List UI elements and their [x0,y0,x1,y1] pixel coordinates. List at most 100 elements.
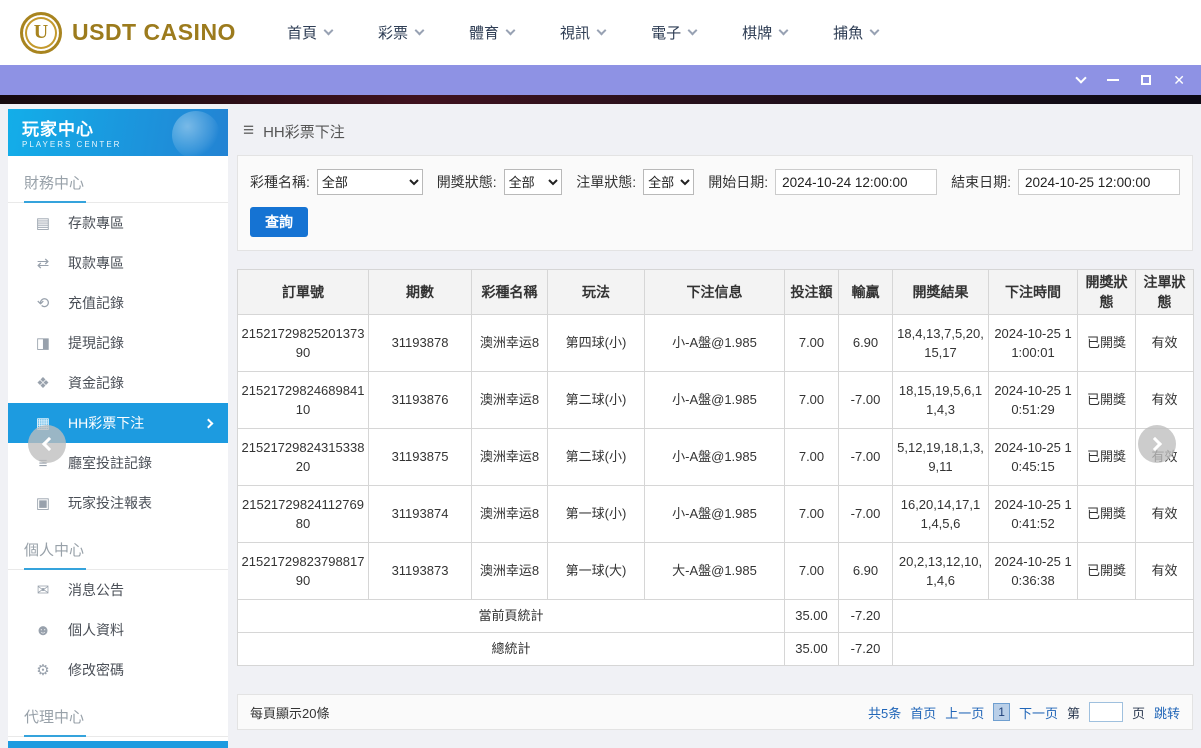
summary-empty-cell [892,599,1194,633]
summary-label: 總統計 [237,632,785,666]
table-cell: 5,12,19,18,1,3,9,11 [892,428,989,486]
table-cell: 第一球(小) [547,485,645,543]
col-header: 開獎狀態 [1077,269,1136,315]
sidebar-item[interactable]: ⇄ 取款專區 [8,243,228,283]
deposit-icon: ▤ [35,215,51,232]
nav-item-slots[interactable]: 電子 [651,22,698,43]
sidebar-item[interactable]: ▤ 存款專區 [8,203,228,243]
nav-label: 電子 [651,25,682,42]
table-cell: 第四球(小) [547,314,645,372]
col-header: 輸贏 [838,269,893,315]
sidebar-item[interactable]: ▣ 玩家投注報表 [8,483,228,523]
table-cell: 31193873 [368,542,472,600]
summary-bet-total: 35.00 [784,599,839,633]
table-cell: -7.00 [838,371,893,429]
table-cell: 7.00 [784,371,839,429]
table-cell: 大-A盤@1.985 [644,542,785,600]
table-row: 2152172982411276980 31193874 澳洲幸运8 第一球(小) 小-… [237,485,1194,543]
table-row: 2152172982431533820 31193875 澳洲幸运8 第二球(小) 小-… [237,428,1194,486]
first-page-link[interactable]: 首页 [910,703,936,722]
nav-item-fishing[interactable]: 捕魚 [833,22,880,43]
table-cell: 2152172982468984110 [237,371,369,429]
minimize-icon[interactable] [1107,79,1120,81]
maximize-icon[interactable] [1141,75,1152,85]
nav-item-lottery[interactable]: 彩票 [378,22,425,43]
next-arrow-button[interactable] [1138,425,1176,463]
table-cell: 澳洲幸运8 [471,428,548,486]
sidebar-item-label: HH彩票下注 [68,415,145,431]
sidebar-item-label: 存款專區 [68,215,124,231]
table-cell: 18,4,13,7,5,20,15,17 [892,314,989,372]
table-cell: -7.00 [838,428,893,486]
page-prefix-label: 第 [1066,705,1080,721]
table-cell: 2024-10-25 10:41:52 [988,485,1078,543]
table-cell: 2152172982379881790 [237,542,369,600]
table-cell: 小-A盤@1.985 [644,314,785,372]
bet-status-select[interactable]: 全部 [643,169,695,195]
table-cell: 有效 [1135,542,1194,600]
sidebar-item[interactable]: ❖ 資金記錄 [8,363,228,403]
draw-status-select[interactable]: 全部 [503,169,563,195]
chevron-down-icon [778,25,789,36]
current-page-badge[interactable]: 1 [993,703,1010,721]
profile-icon: ☻ [35,621,51,639]
col-header: 投注額 [784,269,839,315]
sidebar-item[interactable]: ⟲ 充值記錄 [8,283,228,323]
sidebar-section-title: 代理中心 [8,690,228,737]
table-cell: 第二球(小) [547,428,645,486]
recharge-record-icon: ⟲ [36,295,50,312]
close-icon[interactable] [1173,73,1185,87]
table-cell: 6.90 [838,314,893,372]
table-cell: 小-A盤@1.985 [644,485,785,543]
nav-item-live[interactable]: 視訊 [560,22,607,43]
pager: 共5条 首页 上一页 1 下一页 第 页 跳转 [868,702,1180,722]
sidebar-item[interactable]: ⚙ 修改密碼 [8,650,228,690]
lottery-type-select[interactable]: 全部 [316,169,423,195]
sidebar-item[interactable]: ✉ 消息公告 [8,570,228,610]
sidebar-item-label: 資金記錄 [68,375,124,391]
nav-item-sports[interactable]: 體育 [469,22,516,43]
table-cell: 2152172982520137390 [237,314,369,372]
table-cell: 2024-10-25 11:00:01 [988,314,1078,372]
chevron-left-icon [41,436,57,452]
announcement-icon: ✉ [36,582,50,599]
start-date-input[interactable] [775,169,938,195]
prev-page-link[interactable]: 上一页 [945,703,984,722]
search-button[interactable]: 查詢 [250,207,308,237]
next-page-link[interactable]: 下一页 [1019,703,1058,722]
jump-link[interactable]: 跳转 [1154,703,1180,722]
sidebar-item[interactable]: ◨ 提現記錄 [8,323,228,363]
sidebar-item-label: 玩家投注報表 [68,495,152,511]
logo[interactable]: U USDT CASINO [20,11,245,54]
table-cell: 已開獎 [1077,428,1136,486]
nav-item-home[interactable]: 首頁 [287,22,334,43]
sidebar-item-label: 個人資料 [68,622,124,638]
page-title: HH彩票下注 [263,123,345,141]
nav-label: 首頁 [287,25,318,42]
table-cell: 31193874 [368,485,472,543]
sidebar-section-title: 個人中心 [8,523,228,570]
table-cell: 已開獎 [1077,542,1136,600]
end-date-input[interactable] [1018,169,1180,195]
col-header: 注單狀態 [1135,269,1194,315]
collapse-icon[interactable] [1075,72,1087,84]
table-cell: 31193875 [368,428,472,486]
prev-arrow-button[interactable] [28,425,66,463]
banner-strip [0,95,1201,104]
summary-empty-cell [892,632,1194,666]
table-cell: 18,15,19,5,6,11,4,3 [892,371,989,429]
page-number-input[interactable] [1088,702,1123,722]
table-cell: 16,20,14,17,11,4,5,6 [892,485,989,543]
nav-item-cards[interactable]: 棋牌 [742,22,789,43]
table-cell: 有效 [1135,314,1194,372]
password-icon: ⚙ [36,662,50,679]
logo-text: USDT CASINO [72,19,236,45]
withdraw-icon: ⇄ [36,255,50,272]
table-header-row: 訂單號 期數 彩種名稱 玩法 下注信息 投注額 輸贏 開獎結果 下注時間 開獎狀… [237,269,1194,315]
sidebar-bottom-strip [8,741,228,748]
lottery-type-label: 彩種名稱: [250,174,310,190]
bet-records-table: 訂單號 期數 彩種名稱 玩法 下注信息 投注額 輸贏 開獎結果 下注時間 開獎狀… [237,269,1194,666]
sidebar-item-label: 取款專區 [68,255,124,271]
sidebar-item[interactable]: ☻ 個人資料 [8,610,228,650]
summary-label: 當前頁統計 [237,599,785,633]
